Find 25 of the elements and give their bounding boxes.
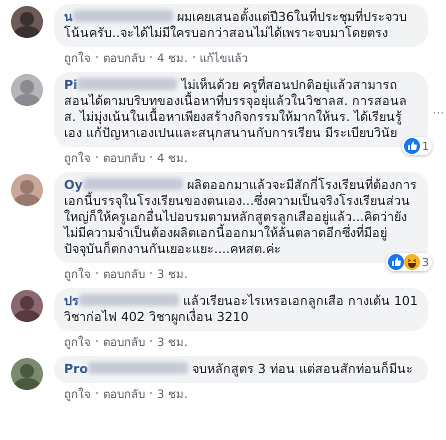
like-link[interactable]: ถูกใจ	[64, 51, 91, 65]
reaction-badge[interactable]: 1	[402, 137, 432, 155]
comment-text: Pro จบหลักสูตร 3 ท่อน แต่สอนสักท่อนก็มีนะ	[64, 361, 414, 377]
timestamp: 3 ชม.	[157, 267, 188, 281]
reply-link[interactable]: ตอบกลับ	[103, 335, 145, 349]
laughing-face-icon	[404, 254, 420, 270]
reaction-badge[interactable]: 3	[386, 253, 432, 271]
timestamp: 3 ชม.	[157, 387, 188, 401]
comment-text: ปร แล้วเรียนอะไรเหรอเอกลูกเสือ กางเต้น 101 วิชาก่อไฟ 402 วิชาผูกเงื่อน 3210	[64, 293, 418, 325]
like-link[interactable]: ถูกใจ	[64, 151, 91, 165]
reply-link[interactable]: ตอบกลับ	[103, 151, 145, 165]
like-link[interactable]: ถูกใจ	[64, 387, 91, 401]
like-link[interactable]: ถูกใจ	[64, 335, 91, 349]
timestamp: 4 ชม.	[157, 151, 188, 165]
reply-link[interactable]: ตอบกลับ	[103, 267, 145, 281]
edited-label: แก้ไขแล้ว	[200, 51, 248, 65]
thumbs-up-icon	[388, 254, 404, 270]
reply-link[interactable]: ตอบกลับ	[103, 51, 145, 65]
thumbs-up-icon	[404, 138, 420, 154]
reply-link[interactable]: ตอบกลับ	[103, 387, 145, 401]
like-link[interactable]: ถูกใจ	[64, 267, 91, 281]
more-options-button[interactable]: ···	[432, 106, 444, 120]
timestamp: 3 ชม.	[157, 335, 188, 349]
comment-text: น ผมเคยเสนอตั้งแต่ปี36ในที่ประชุมที่ประจวบโน้นครับ..จะได้ไม่มีใครบอกว่าสอนไม่ได้เพราะจบมาโดยตรง	[64, 9, 408, 41]
timestamp: 4 ชม.	[157, 51, 188, 65]
